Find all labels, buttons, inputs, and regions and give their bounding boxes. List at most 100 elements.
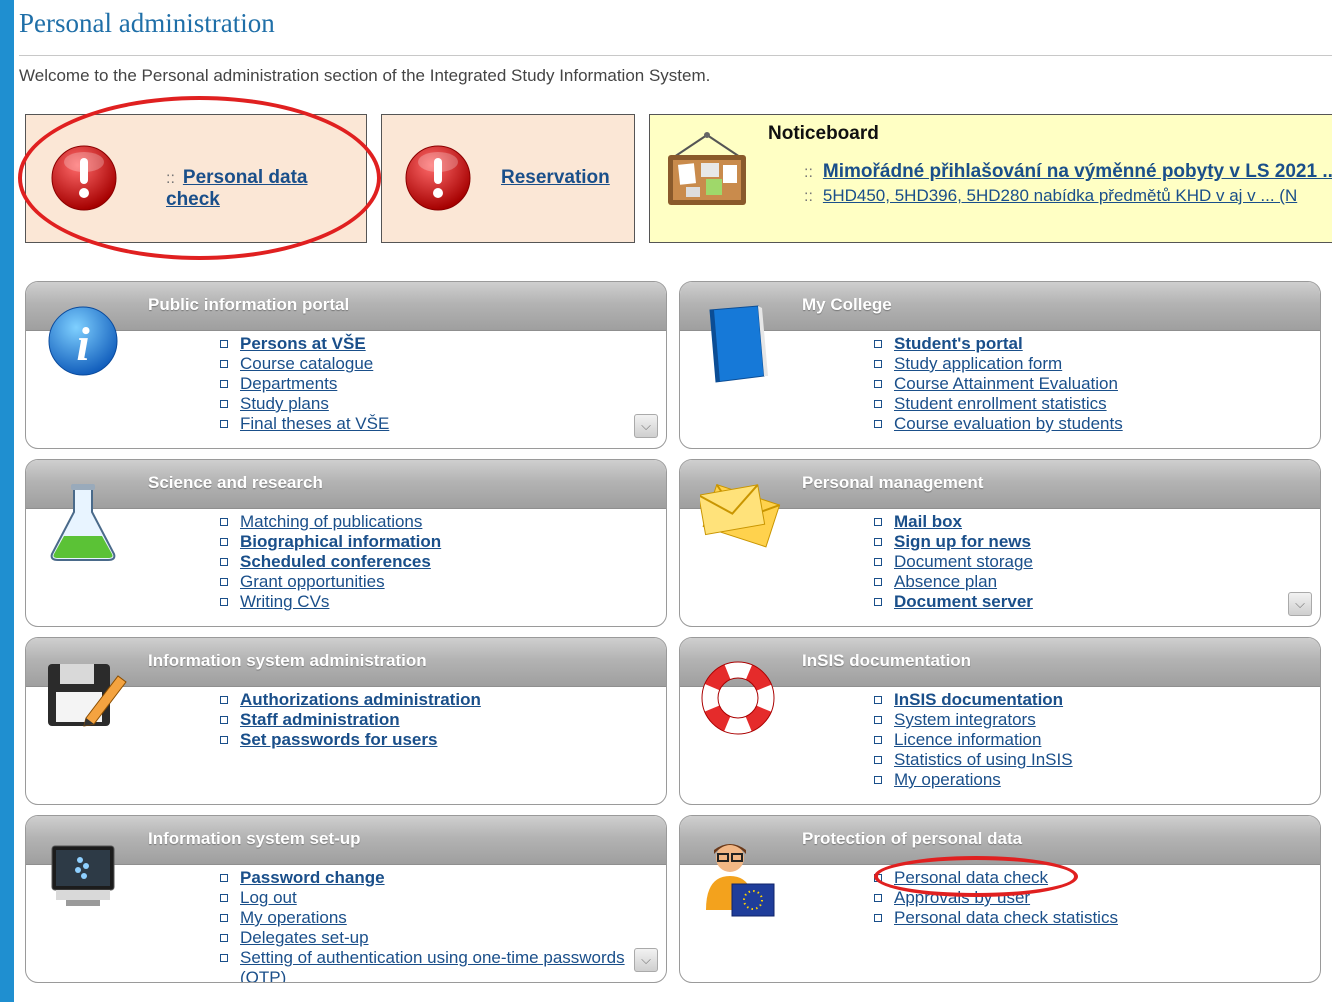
list-item: Staff administration bbox=[219, 710, 481, 730]
noticeboard-title: Noticeboard bbox=[768, 123, 879, 144]
enrollment-statistics-link[interactable]: Student enrollment statistics bbox=[894, 394, 1107, 413]
chevron-down-icon[interactable]: ⌵ bbox=[634, 414, 658, 438]
approvals-by-user-link[interactable]: Approvals by user bbox=[894, 888, 1030, 907]
list-item: Scheduled conferences bbox=[219, 552, 441, 572]
course-catalogue-link[interactable]: Course catalogue bbox=[240, 354, 373, 373]
noticeboard-list: :: Mimořádné přihlašování na výměnné poby… bbox=[804, 160, 1332, 208]
list-item: Personal data check statistics bbox=[873, 908, 1118, 928]
list-item: Student's portal bbox=[873, 334, 1123, 354]
panel-links: Matching of publications Biographical in… bbox=[219, 512, 441, 612]
list-item: Document storage bbox=[873, 552, 1033, 572]
insis-documentation-link[interactable]: InSIS documentation bbox=[894, 690, 1063, 709]
list-item: Log out bbox=[219, 888, 625, 908]
panel-title: InSIS documentation bbox=[802, 651, 972, 670]
data-check-statistics-link[interactable]: Personal data check statistics bbox=[894, 908, 1118, 927]
list-item: Personal data check bbox=[873, 868, 1118, 888]
panel-links: Personal data check Approvals by user Pe… bbox=[873, 868, 1118, 928]
page: Personal administration Welcome to the P… bbox=[14, 0, 1332, 1002]
user-eu-icon bbox=[706, 844, 775, 917]
list-item: Setting of authentication using one-time… bbox=[219, 948, 625, 982]
panel-links: Authorizations administration Staff admi… bbox=[219, 690, 481, 750]
delegates-setup-link[interactable]: Delegates set-up bbox=[240, 928, 369, 947]
panel-links: Mail box Sign up for news Document stora… bbox=[873, 512, 1033, 612]
study-plans-link[interactable]: Study plans bbox=[240, 394, 329, 413]
matching-publications-link[interactable]: Matching of publications bbox=[240, 512, 422, 531]
monitor-icon bbox=[51, 845, 115, 906]
chevron-down-icon[interactable]: ⌵ bbox=[634, 948, 658, 972]
reservation-tile: Reservation bbox=[381, 114, 635, 243]
my-operations-link[interactable]: My operations bbox=[240, 908, 347, 927]
page-title: Personal administration bbox=[19, 8, 275, 38]
staff-admin-link[interactable]: Staff administration bbox=[240, 710, 400, 729]
list-item: Course evaluation by students bbox=[873, 414, 1123, 434]
list-item: Biographical information bbox=[219, 532, 441, 552]
warning-icon bbox=[51, 145, 117, 211]
password-change-link[interactable]: Password change bbox=[240, 868, 385, 887]
log-out-link[interactable]: Log out bbox=[240, 888, 297, 907]
grant-opportunities-link[interactable]: Grant opportunities bbox=[240, 572, 385, 591]
personal-data-check-link[interactable]: Personal data check bbox=[894, 868, 1048, 887]
welcome-text: Welcome to the Personal administration s… bbox=[19, 66, 711, 85]
list-item: Licence information bbox=[873, 730, 1073, 750]
study-application-link[interactable]: Study application form bbox=[894, 354, 1062, 373]
envelope-icon bbox=[700, 483, 781, 548]
biographical-info-link[interactable]: Biographical information bbox=[240, 532, 441, 551]
personal-data-check-link[interactable]: Personal data check bbox=[166, 167, 308, 210]
notice-link[interactable]: 5HD450, 5HD396, 5HD280 nabídka předmětů … bbox=[823, 186, 1297, 205]
list-item: Persons at VŠE bbox=[219, 334, 389, 354]
panel-title: My College bbox=[802, 295, 892, 314]
list-item: Course catalogue bbox=[219, 354, 389, 374]
noticeboard-icon bbox=[668, 132, 746, 205]
final-theses-link[interactable]: Final theses at VŠE bbox=[240, 414, 389, 433]
list-item: Approvals by user bbox=[873, 888, 1118, 908]
licence-info-link[interactable]: Licence information bbox=[894, 730, 1041, 749]
public-portal-panel: Public information portal i Persons at V… bbox=[25, 281, 667, 449]
my-operations-link[interactable]: My operations bbox=[894, 770, 1001, 789]
personal-data-check-tile: :: Personal data check bbox=[25, 114, 367, 243]
is-setup-panel: Information system set-up Password chang… bbox=[25, 815, 667, 983]
notice-link[interactable]: Mimořádné přihlašování na výměnné pobyty… bbox=[823, 161, 1332, 182]
course-attainment-link[interactable]: Course Attainment Evaluation bbox=[894, 374, 1118, 393]
insis-documentation-panel: InSIS documentation InSIS documentation … bbox=[679, 637, 1321, 805]
reservation-link[interactable]: Reservation bbox=[501, 167, 610, 188]
scheduled-conferences-link[interactable]: Scheduled conferences bbox=[240, 552, 431, 571]
document-server-link[interactable]: Document server bbox=[894, 592, 1033, 611]
list-item: Absence plan bbox=[873, 572, 1033, 592]
is-administration-panel: Information system administration Author… bbox=[25, 637, 667, 805]
departments-link[interactable]: Departments bbox=[240, 374, 337, 393]
writing-cvs-link[interactable]: Writing CVs bbox=[240, 592, 329, 611]
persons-link[interactable]: Persons at VŠE bbox=[240, 334, 366, 353]
book-icon bbox=[709, 305, 768, 383]
panel-links: Student's portal Study application form … bbox=[873, 334, 1123, 434]
authorizations-admin-link[interactable]: Authorizations administration bbox=[240, 690, 481, 709]
panel-links: InSIS documentation System integrators L… bbox=[873, 690, 1073, 790]
list-item: Student enrollment statistics bbox=[873, 394, 1123, 414]
list-item: Document server bbox=[873, 592, 1033, 612]
system-integrators-link[interactable]: System integrators bbox=[894, 710, 1036, 729]
title-divider bbox=[19, 55, 1332, 56]
sign-up-news-link[interactable]: Sign up for news bbox=[894, 532, 1031, 551]
science-research-panel: Science and research Matching of publica… bbox=[25, 459, 667, 627]
mail-box-link[interactable]: Mail box bbox=[894, 512, 962, 531]
list-item: Matching of publications bbox=[219, 512, 441, 532]
separator: :: bbox=[166, 170, 175, 187]
otp-auth-link[interactable]: Setting of authentication using one-time… bbox=[240, 948, 625, 967]
usage-statistics-link[interactable]: Statistics of using InSIS bbox=[894, 750, 1073, 769]
panel-links: Password change Log out My operations De… bbox=[219, 868, 625, 982]
set-passwords-link[interactable]: Set passwords for users bbox=[240, 730, 437, 749]
course-evaluation-link[interactable]: Course evaluation by students bbox=[894, 414, 1123, 433]
panel-title: Public information portal bbox=[148, 295, 350, 314]
list-item: Statistics of using InSIS bbox=[873, 750, 1073, 770]
floppy-edit-icon bbox=[48, 664, 127, 727]
list-item: Set passwords for users bbox=[219, 730, 481, 750]
list-item: Course Attainment Evaluation bbox=[873, 374, 1123, 394]
chevron-down-icon[interactable]: ⌵ bbox=[1288, 592, 1312, 616]
separator: :: bbox=[804, 188, 813, 205]
students-portal-link[interactable]: Student's portal bbox=[894, 334, 1023, 353]
info-icon: i bbox=[48, 306, 118, 376]
list-item: Grant opportunities bbox=[219, 572, 441, 592]
otp-auth-link-continued[interactable]: (OTP) bbox=[240, 968, 286, 982]
document-storage-link[interactable]: Document storage bbox=[894, 552, 1033, 571]
absence-plan-link[interactable]: Absence plan bbox=[894, 572, 997, 591]
noticeboard: Noticeboard :: Mimořádné přihlašování na … bbox=[649, 114, 1332, 243]
